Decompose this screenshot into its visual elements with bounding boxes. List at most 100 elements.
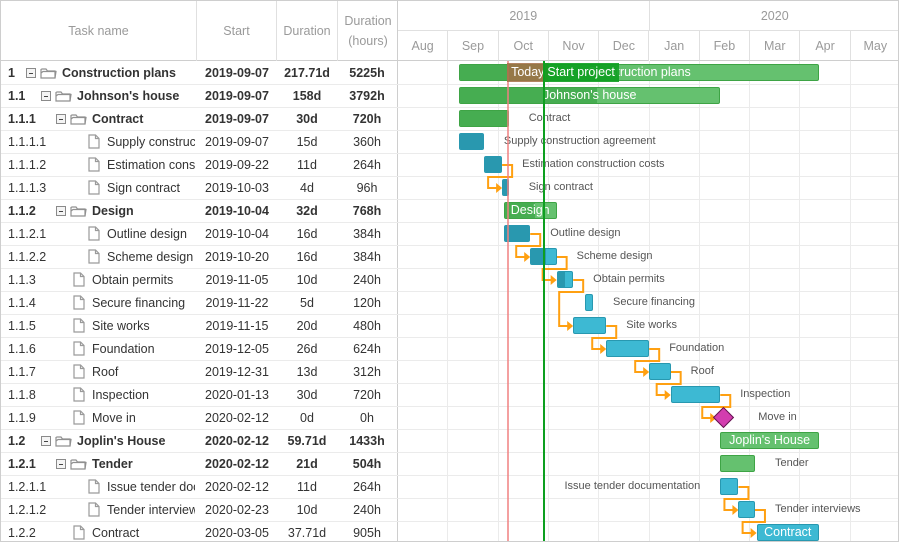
- duration-cell[interactable]: 30d: [277, 384, 337, 406]
- task-name-cell[interactable]: Sign contract: [107, 177, 195, 199]
- collapse-toggle-icon[interactable]: [56, 114, 66, 124]
- duration-cell[interactable]: 5d: [277, 292, 337, 314]
- duration-hours-cell[interactable]: 0h: [337, 407, 397, 429]
- duration-cell[interactable]: 217.71d: [277, 62, 337, 84]
- task-name-cell[interactable]: Obtain permits: [92, 269, 195, 291]
- column-header-task-name[interactable]: Task name: [1, 1, 197, 61]
- duration-hours-cell[interactable]: 1433h: [337, 430, 397, 452]
- duration-cell[interactable]: 4d: [277, 177, 337, 199]
- task-name-cell[interactable]: Outline design: [107, 223, 195, 245]
- task-name-cell[interactable]: Joplin's House: [77, 430, 195, 452]
- start-date-cell[interactable]: 2019-11-15: [197, 315, 277, 337]
- summary-bar[interactable]: Joplin's House: [720, 432, 819, 449]
- duration-cell[interactable]: 10d: [277, 499, 337, 521]
- task-name-cell[interactable]: Site works: [92, 315, 195, 337]
- column-header-duration-hours[interactable]: Duration (hours): [338, 1, 398, 61]
- grid-row[interactable]: 1.1.8 Inspection 2020-01-13 30d 720h: [1, 384, 398, 407]
- grid-row[interactable]: 1.2.2 Contract 2020-03-05 37.71d 905h: [1, 522, 398, 541]
- task-name-cell[interactable]: Contract: [92, 108, 195, 130]
- start-date-cell[interactable]: 2019-12-05: [197, 338, 277, 360]
- grid-row[interactable]: 1.1.1.2 Estimation construction costs2019…: [1, 154, 398, 177]
- grid-row[interactable]: 1.2.1 Tender 2020-02-12 21d 504h: [1, 453, 398, 476]
- grid-row[interactable]: 1.1.5 Site works 2019-11-15 20d 480h: [1, 315, 398, 338]
- task-name-cell[interactable]: Issue tender documentation: [107, 476, 195, 498]
- duration-cell[interactable]: 59.71d: [277, 430, 337, 452]
- task-bar[interactable]: [606, 340, 650, 357]
- task-bar[interactable]: [573, 317, 607, 334]
- summary-bar[interactable]: Johnson's house: [459, 87, 721, 104]
- duration-hours-cell[interactable]: 120h: [337, 292, 397, 314]
- task-name-cell[interactable]: Estimation construction costs: [107, 154, 195, 176]
- duration-hours-cell[interactable]: 240h: [337, 499, 397, 521]
- duration-cell[interactable]: 21d: [277, 453, 337, 475]
- grid-row[interactable]: 1.1.2.1 Outline design 2019-10-04 16d 384h: [1, 223, 398, 246]
- start-date-cell[interactable]: 2019-09-07: [197, 62, 277, 84]
- task-bar[interactable]: [720, 478, 739, 495]
- duration-hours-cell[interactable]: 312h: [337, 361, 397, 383]
- column-header-start[interactable]: Start: [197, 1, 277, 61]
- task-name-cell[interactable]: Contract: [92, 522, 195, 541]
- duration-hours-cell[interactable]: 264h: [337, 154, 397, 176]
- grid-row[interactable]: 1.1.1.1 Supply construction agreement2019…: [1, 131, 398, 154]
- grid-row[interactable]: 1.1.6 Foundation 2019-12-05 26d 624h: [1, 338, 398, 361]
- duration-hours-cell[interactable]: 720h: [337, 108, 397, 130]
- grid-row[interactable]: 1.1.1.3 Sign contract 2019-10-03 4d 96h: [1, 177, 398, 200]
- duration-cell[interactable]: 158d: [277, 85, 337, 107]
- grid-row[interactable]: 1.1.9 Move in 2020-02-12 0d 0h: [1, 407, 398, 430]
- duration-hours-cell[interactable]: 96h: [337, 177, 397, 199]
- duration-hours-cell[interactable]: 480h: [337, 315, 397, 337]
- task-name-cell[interactable]: Move in: [92, 407, 195, 429]
- collapse-toggle-icon[interactable]: [56, 206, 66, 216]
- start-date-cell[interactable]: 2020-02-12: [197, 476, 277, 498]
- task-name-cell[interactable]: Inspection: [92, 384, 195, 406]
- start-date-cell[interactable]: 2019-09-07: [197, 85, 277, 107]
- start-date-cell[interactable]: 2019-12-31: [197, 361, 277, 383]
- timeline-marker-line[interactable]: [543, 61, 546, 541]
- task-bar[interactable]: [556, 271, 574, 288]
- grid-row[interactable]: 1.1.1 Contract 2019-09-07 30d 720h: [1, 108, 398, 131]
- start-date-cell[interactable]: 2019-10-04: [197, 223, 277, 245]
- duration-hours-cell[interactable]: 384h: [337, 246, 397, 268]
- duration-hours-cell[interactable]: 504h: [337, 453, 397, 475]
- duration-hours-cell[interactable]: 240h: [337, 269, 397, 291]
- duration-cell[interactable]: 26d: [277, 338, 337, 360]
- task-name-cell[interactable]: Construction plans: [62, 62, 195, 84]
- grid-row[interactable]: 1.1 Johnson's house 2019-09-07 158d 3792h: [1, 85, 398, 108]
- start-date-cell[interactable]: 2019-10-20: [197, 246, 277, 268]
- task-name-cell[interactable]: Johnson's house: [77, 85, 195, 107]
- column-header-duration[interactable]: Duration: [277, 1, 338, 61]
- task-name-cell[interactable]: Secure financing: [92, 292, 195, 314]
- start-date-cell[interactable]: 2019-09-22: [197, 154, 277, 176]
- duration-hours-cell[interactable]: 720h: [337, 384, 397, 406]
- task-bar[interactable]: [670, 386, 721, 403]
- summary-bar[interactable]: [459, 110, 509, 127]
- duration-hours-cell[interactable]: 768h: [337, 200, 397, 222]
- duration-cell[interactable]: 10d: [277, 269, 337, 291]
- task-name-cell[interactable]: Tender interviews: [107, 499, 195, 521]
- duration-cell[interactable]: 16d: [277, 246, 337, 268]
- grid-row[interactable]: 1.1.3 Obtain permits 2019-11-05 10d 240h: [1, 269, 398, 292]
- task-name-cell[interactable]: Scheme design: [107, 246, 195, 268]
- task-bar[interactable]: [738, 501, 755, 518]
- task-bar[interactable]: [649, 363, 671, 380]
- grid-row[interactable]: 1.2.1.2 Tender interviews 2020-02-23 10d 240…: [1, 499, 398, 522]
- duration-cell[interactable]: 13d: [277, 361, 337, 383]
- start-date-cell[interactable]: 2020-03-05: [197, 522, 277, 541]
- collapse-toggle-icon[interactable]: [41, 91, 51, 101]
- duration-hours-cell[interactable]: 360h: [337, 131, 397, 153]
- grid-row[interactable]: 1.1.7 Roof 2019-12-31 13d 312h: [1, 361, 398, 384]
- duration-cell[interactable]: 30d: [277, 108, 337, 130]
- duration-cell[interactable]: 0d: [277, 407, 337, 429]
- start-date-cell[interactable]: 2019-10-04: [197, 200, 277, 222]
- start-date-cell[interactable]: 2019-10-03: [197, 177, 277, 199]
- summary-bar[interactable]: [720, 455, 755, 472]
- duration-hours-cell[interactable]: 264h: [337, 476, 397, 498]
- start-date-cell[interactable]: 2020-02-12: [197, 430, 277, 452]
- duration-cell[interactable]: 11d: [277, 154, 337, 176]
- collapse-toggle-icon[interactable]: [56, 459, 66, 469]
- task-bar[interactable]: [584, 294, 593, 311]
- task-name-cell[interactable]: Foundation: [92, 338, 195, 360]
- collapse-toggle-icon[interactable]: [26, 68, 36, 78]
- start-date-cell[interactable]: 2019-11-05: [197, 269, 277, 291]
- start-date-cell[interactable]: 2020-02-23: [197, 499, 277, 521]
